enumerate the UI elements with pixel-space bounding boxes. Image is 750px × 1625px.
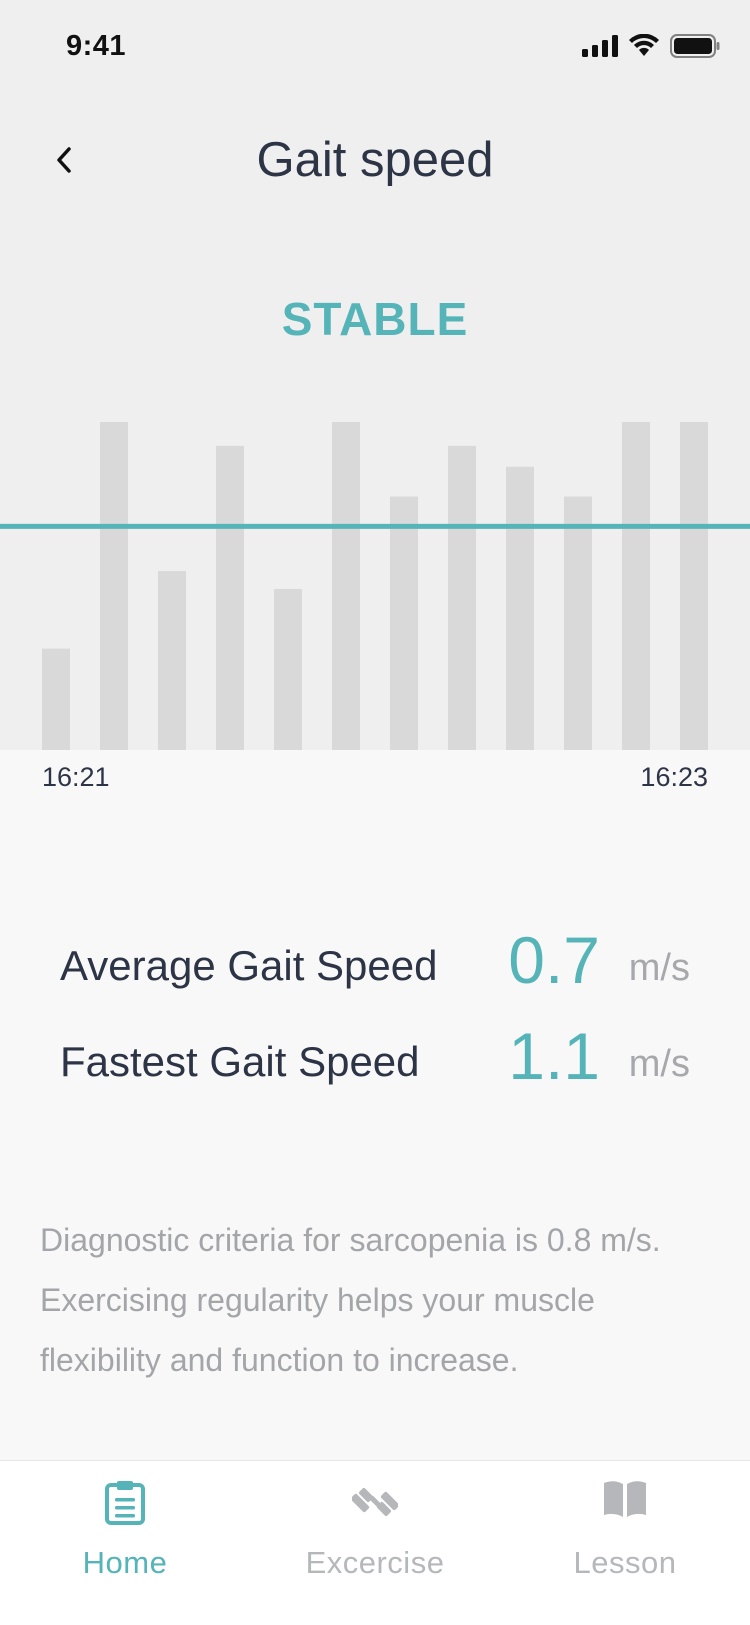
tab-home-label: Home <box>82 1545 168 1580</box>
average-speed-value: 0.7 <box>508 923 600 997</box>
average-speed-row: Average Gait Speed 0.7 m/s <box>60 920 690 1000</box>
reference-line <box>0 523 750 529</box>
chart-bar <box>680 422 708 750</box>
tab-lesson-label: Lesson <box>573 1545 677 1580</box>
chart-bar <box>42 648 70 750</box>
tab-excercise-label: Excercise <box>305 1545 445 1580</box>
chart-bar <box>216 445 244 750</box>
chart-bar <box>448 445 476 750</box>
dumbbell-icon <box>352 1488 398 1516</box>
tab-bar: Home Excercise Lesson <box>0 1460 750 1625</box>
status-label: STABLE <box>281 293 469 345</box>
fastest-speed-row: Fastest Gait Speed 1.1 m/s <box>60 1016 690 1096</box>
status-bar: 9:41 <box>0 0 750 96</box>
status-time: 9:41 <box>66 30 127 62</box>
wifi-icon <box>629 34 659 56</box>
fastest-speed-value: 1.1 <box>508 1019 600 1093</box>
signal-icon <box>582 35 618 57</box>
x-tick-start: 16:21 <box>42 762 110 792</box>
chart-bar <box>390 496 418 750</box>
chart-bar <box>158 571 186 750</box>
tab-excercise[interactable]: Excercise <box>250 1461 500 1581</box>
status-icons <box>582 34 720 58</box>
chart-bar <box>564 496 592 750</box>
chart-bar <box>622 422 650 750</box>
battery-icon <box>670 34 720 58</box>
page-title: Gait speed <box>256 133 494 187</box>
clipboard-icon <box>105 1481 145 1525</box>
diagnostic-note: Diagnostic criteria for sarcopenia is 0.… <box>40 1222 661 1378</box>
chart-bar <box>100 422 128 750</box>
book-icon <box>604 1481 646 1517</box>
chart-bar <box>274 588 302 750</box>
fastest-speed-label: Fastest Gait Speed <box>60 1038 420 1085</box>
chart-bar <box>506 466 534 750</box>
chart-bar <box>332 422 360 750</box>
tab-home[interactable]: Home <box>0 1461 250 1581</box>
average-speed-unit: m/s <box>628 947 690 989</box>
x-tick-end: 16:23 <box>640 762 708 792</box>
gait-speed-chart <box>0 422 750 750</box>
fastest-speed-unit: m/s <box>628 1043 690 1085</box>
tab-lesson[interactable]: Lesson <box>500 1461 750 1581</box>
average-speed-label: Average Gait Speed <box>60 942 438 989</box>
